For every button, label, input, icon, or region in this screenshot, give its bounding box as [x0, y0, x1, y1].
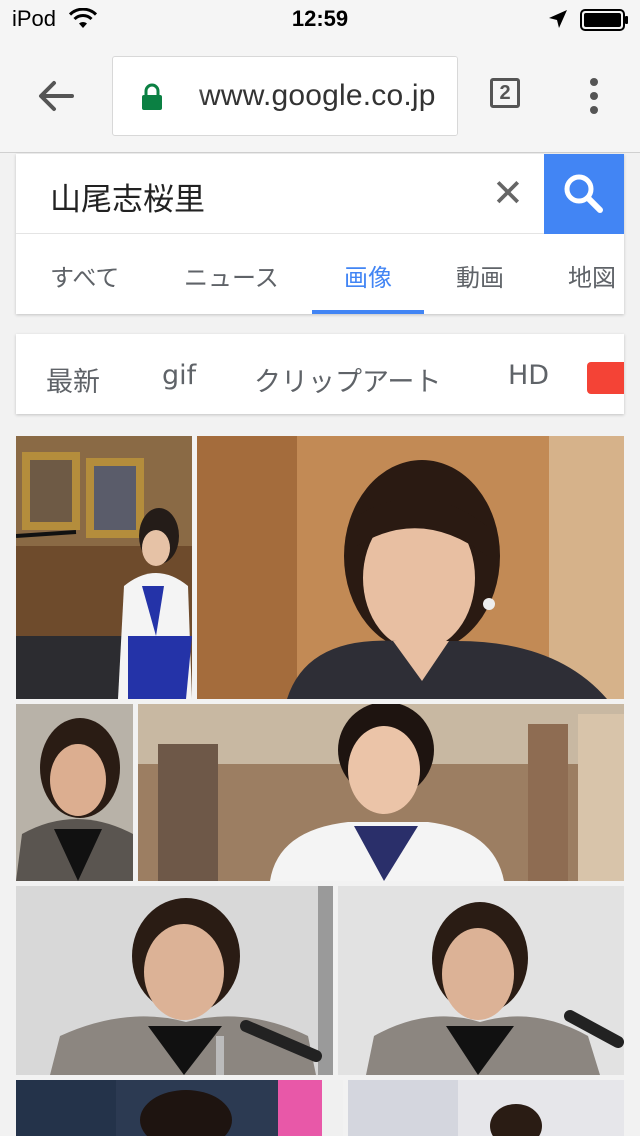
status-bar: iPod 12:59 — [0, 0, 640, 40]
chip-latest[interactable]: 最新 — [46, 360, 100, 399]
image-result[interactable] — [197, 436, 624, 699]
chip-hd[interactable]: HD — [508, 360, 549, 391]
image-result[interactable] — [16, 704, 133, 881]
url-bar[interactable]: www.google.co.jp — [112, 56, 458, 136]
image-thumbnail — [16, 1080, 343, 1136]
search-card: 山尾志桜里 ✕ すべて ニュース 画像 動画 地図 — [16, 154, 624, 314]
image-thumbnail — [16, 436, 192, 699]
back-arrow-icon[interactable] — [34, 74, 78, 118]
overflow-menu-icon[interactable] — [590, 78, 600, 114]
chip-color-red[interactable] — [587, 362, 624, 394]
clear-icon[interactable]: ✕ — [492, 175, 524, 213]
image-result[interactable] — [16, 1080, 343, 1136]
url-fade-right — [437, 57, 457, 135]
image-thumbnail — [348, 1080, 624, 1136]
image-result[interactable] — [138, 704, 624, 881]
tab-images[interactable]: 画像 — [344, 258, 392, 293]
image-thumbnail — [197, 436, 624, 699]
tab-all[interactable]: すべて — [50, 258, 119, 293]
search-query-input[interactable]: 山尾志桜里 — [50, 174, 205, 219]
url-fade-left — [175, 57, 205, 135]
search-tabs: すべて ニュース 画像 動画 地図 — [16, 234, 624, 314]
image-result[interactable] — [348, 1080, 624, 1136]
tab-videos[interactable]: 動画 — [456, 258, 504, 293]
chip-gif[interactable]: gif — [162, 360, 196, 391]
url-text: www.google.co.jp — [199, 79, 436, 112]
filter-chips-bar: 最新 gif クリップアート HD — [16, 334, 624, 414]
image-result[interactable] — [16, 886, 333, 1075]
tab-switcher-button[interactable]: 2 — [490, 78, 520, 108]
chip-clipart[interactable]: クリップアート — [254, 360, 441, 399]
image-thumbnail — [338, 886, 624, 1075]
tab-maps[interactable]: 地図 — [568, 258, 616, 293]
image-thumbnail — [16, 886, 333, 1075]
image-result[interactable] — [338, 886, 624, 1075]
image-thumbnail — [16, 704, 133, 881]
location-arrow-icon — [549, 10, 567, 28]
search-icon — [564, 174, 603, 213]
active-tab-indicator — [312, 310, 424, 314]
image-thumbnail — [138, 704, 624, 881]
status-time: 12:59 — [291, 6, 349, 31]
battery-icon — [580, 9, 628, 31]
lock-icon — [142, 83, 162, 110]
browser-toolbar: www.google.co.jp 2 — [0, 40, 640, 153]
tab-news[interactable]: ニュース — [184, 258, 279, 293]
image-result[interactable] — [16, 436, 192, 699]
search-button[interactable] — [544, 154, 624, 234]
